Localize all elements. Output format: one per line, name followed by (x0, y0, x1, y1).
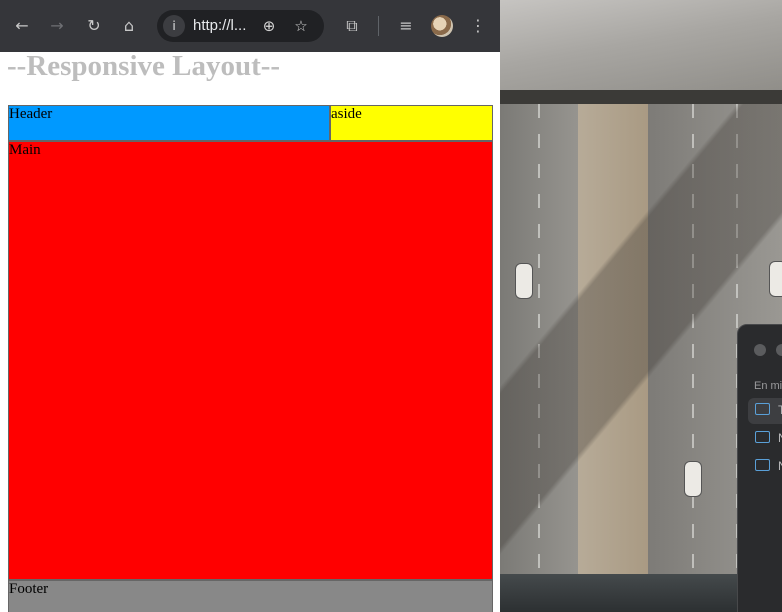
car (685, 462, 701, 496)
extensions-icon[interactable]: ⧉ (338, 12, 366, 40)
browser-window: ← → ↻ ⌂ i http://l... ⊕ ☆ ⧉ ≡ ⋮ --Respon… (0, 0, 500, 612)
folder-icon (755, 431, 770, 443)
sidebar-item-label: N (778, 431, 782, 445)
web-page: --Responsive Layout-- Header aside Main … (0, 50, 500, 612)
home-icon[interactable]: ⌂ (115, 12, 143, 40)
sidebar-item[interactable]: N (748, 454, 782, 480)
sidebar-item-label: N (778, 459, 782, 473)
sidebar-item[interactable]: N (748, 426, 782, 452)
overpass (500, 0, 782, 98)
menu-icon[interactable]: ⋮ (464, 12, 492, 40)
address-bar[interactable]: i http://l... ⊕ ☆ (157, 10, 324, 42)
sidebar-section-label: En mi (754, 380, 782, 392)
profile-avatar[interactable] (431, 15, 453, 37)
toolbar-separator (378, 16, 379, 36)
media-controls-icon[interactable]: ≡ (392, 12, 420, 40)
folder-icon (755, 459, 770, 471)
url-text[interactable]: http://l... (193, 17, 246, 34)
forward-icon[interactable]: → (43, 12, 71, 40)
sidebar-item-label: T (778, 403, 782, 417)
sidebar-item[interactable]: T (748, 398, 782, 424)
main-region: Main (8, 141, 493, 580)
folder-icon (755, 403, 770, 415)
bookmark-star-icon[interactable]: ☆ (289, 14, 313, 38)
car (516, 264, 532, 298)
window-control-dot[interactable] (754, 344, 766, 356)
page-title: --Responsive Layout-- (7, 50, 281, 82)
zoom-icon[interactable]: ⊕ (257, 14, 281, 38)
window-control-dot[interactable] (776, 344, 782, 356)
footer-region: Footer (8, 580, 493, 612)
finder-window[interactable]: En mi T N N (737, 324, 782, 612)
site-info-icon[interactable]: i (163, 15, 185, 37)
car (770, 262, 782, 296)
back-icon[interactable]: ← (8, 12, 36, 40)
header-region: Header (8, 105, 330, 141)
aside-region: aside (330, 105, 493, 141)
reload-icon[interactable]: ↻ (80, 12, 108, 40)
browser-toolbar: ← → ↻ ⌂ i http://l... ⊕ ☆ ⧉ ≡ ⋮ (0, 0, 500, 52)
